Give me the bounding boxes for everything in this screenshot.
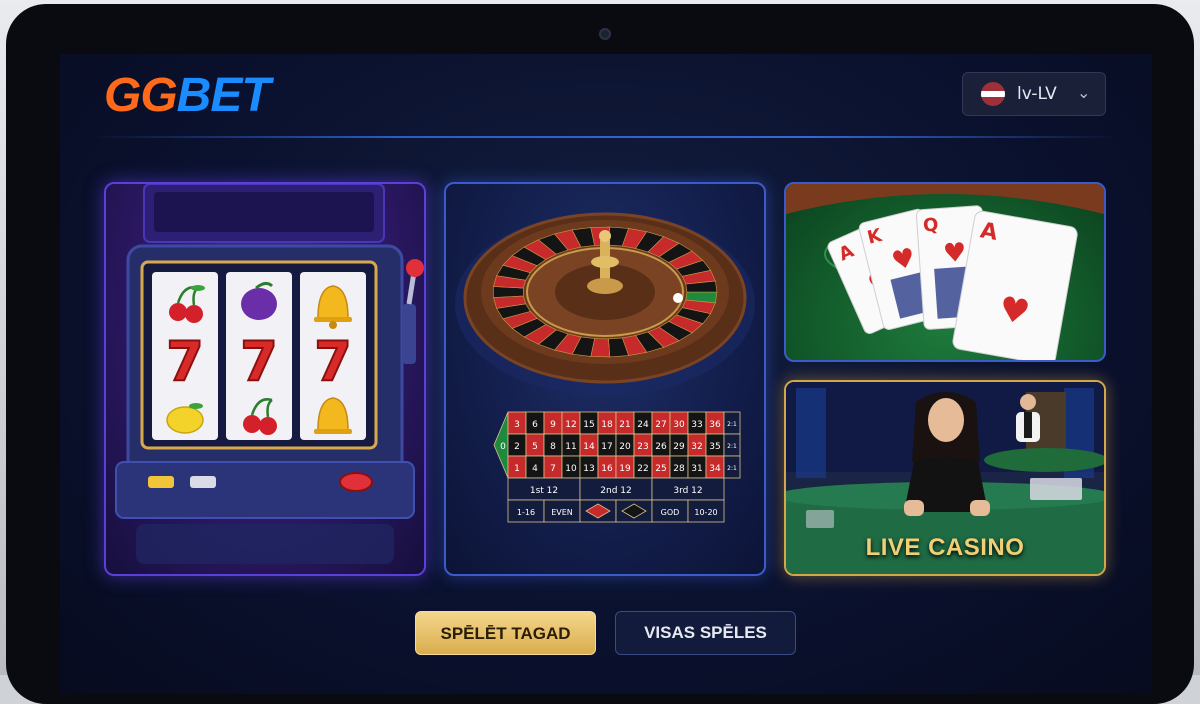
number-label: 30 (673, 420, 685, 430)
svg-text:Q: Q (922, 214, 939, 236)
webcam-icon (599, 28, 611, 40)
number-label: 26 (655, 442, 667, 452)
number-label: 1 (514, 464, 520, 474)
laptop-frame: GGBET lv-LV ⌄ 7 7 7 0 3 6 9 12 15 18 21 … (0, 0, 1200, 704)
roulette-wheel-icon: 03 6 9 12 15 18 21 24 27 30 33 36 2:12 5 8 11 14 17 20 23 26… (455, 212, 755, 523)
header-divider (90, 136, 1120, 138)
dozen-label: 2nd 12 (600, 486, 631, 496)
number-label: 18 (601, 420, 613, 430)
number-label: 33 (691, 420, 702, 430)
number-label: 23 (637, 442, 648, 452)
column-bet-label: 2:1 (727, 443, 737, 450)
zero-label: 0 (500, 442, 506, 452)
number-label: 12 (565, 420, 576, 430)
number-label: 32 (691, 442, 702, 452)
number-label: 10 (565, 464, 577, 474)
number-label: 2 (514, 442, 520, 452)
number-label: 16 (601, 464, 613, 474)
seven-symbol-3: 7 (314, 330, 352, 393)
slot-button-white[interactable] (190, 476, 216, 488)
number-label: 9 (550, 420, 556, 430)
number-label: 17 (601, 442, 612, 452)
wheel-pocket (493, 286, 524, 298)
number-label: 28 (673, 464, 685, 474)
number-label: 6 (532, 420, 538, 430)
live-casino-label: LIVE CASINO (865, 534, 1025, 561)
chevron-down-icon: ⌄ (1077, 83, 1091, 102)
number-label: 36 (709, 420, 721, 430)
svg-text:♥: ♥ (942, 238, 967, 270)
number-label: 31 (691, 464, 702, 474)
number-label: 24 (637, 420, 649, 430)
outside-bet-label: 1-16 (517, 508, 535, 517)
number-label: 29 (673, 442, 685, 452)
number-label: 21 (619, 420, 630, 430)
number-label: 25 (655, 464, 666, 474)
number-label: 15 (583, 420, 594, 430)
slots-tile[interactable]: 7 7 7 (104, 182, 426, 576)
number-label: 8 (550, 442, 556, 452)
number-label: 19 (619, 464, 631, 474)
outside-bet-label: EVEN (551, 508, 573, 517)
language-label: lv-LV (1017, 84, 1057, 104)
slot-button-yellow[interactable] (148, 476, 174, 488)
number-label: 5 (532, 442, 538, 452)
latvia-flag-icon (981, 82, 1005, 106)
number-label: 34 (709, 464, 721, 474)
number-label: 4 (532, 464, 538, 474)
number-label: 11 (565, 442, 576, 452)
dozen-label: 3rd 12 (673, 486, 702, 496)
number-label: 27 (655, 420, 666, 430)
number-label: 20 (619, 442, 631, 452)
language-selector[interactable]: lv-LV ⌄ (962, 72, 1106, 116)
playing-cards-icon: A ♥ K ♥ Q ♥ (786, 184, 1104, 360)
spin-button[interactable] (339, 472, 373, 492)
betting-table: 03 6 9 12 15 18 21 24 27 30 33 36 2:12 5 8 11 14 17 20 23 26… (493, 411, 741, 523)
dozen-label: 1st 12 (530, 486, 558, 496)
number-label: 3 (514, 420, 520, 430)
number-label: 13 (583, 464, 594, 474)
all-games-button[interactable]: VISAS SPĒLES (615, 611, 796, 655)
logo-part-gg: GG (104, 69, 178, 122)
roulette-tile[interactable]: 0 3 6 9 12 15 18 21 24 27 30 33 36 2:1 2 5 8 11 14 17 20 23 26… (444, 182, 766, 576)
slot-lever[interactable] (402, 259, 424, 364)
outside-bet-label: 10-20 (694, 508, 717, 517)
live-casino-tile[interactable]: LIVE CASINO (784, 380, 1106, 576)
column-bet-label: 2:1 (727, 465, 737, 472)
screen-bezel: GGBET lv-LV ⌄ 7 7 7 0 3 6 9 12 15 18 21 … (6, 4, 1194, 704)
roulette-ball (673, 293, 683, 303)
seven-symbol-1: 7 (166, 330, 204, 393)
cards-tile[interactable]: A ♥ K ♥ Q ♥ (784, 182, 1106, 362)
brand-logo[interactable]: GGBET (104, 68, 271, 123)
column-bet-label: 2:1 (727, 421, 737, 428)
number-label: 35 (709, 442, 720, 452)
logo-part-bet: BET (176, 69, 271, 122)
seven-symbol-2: 7 (240, 330, 278, 393)
app-screen: GGBET lv-LV ⌄ 7 7 7 0 3 6 9 12 15 18 21 … (60, 54, 1152, 694)
number-label: 14 (583, 442, 595, 452)
slot-machine-icon: 7 7 7 (115, 184, 424, 564)
play-now-button[interactable]: SPĒLĒT TAGAD (415, 611, 596, 655)
number-label: 7 (550, 464, 556, 474)
outside-bet-label: GOD (661, 508, 680, 517)
number-label: 22 (637, 464, 648, 474)
